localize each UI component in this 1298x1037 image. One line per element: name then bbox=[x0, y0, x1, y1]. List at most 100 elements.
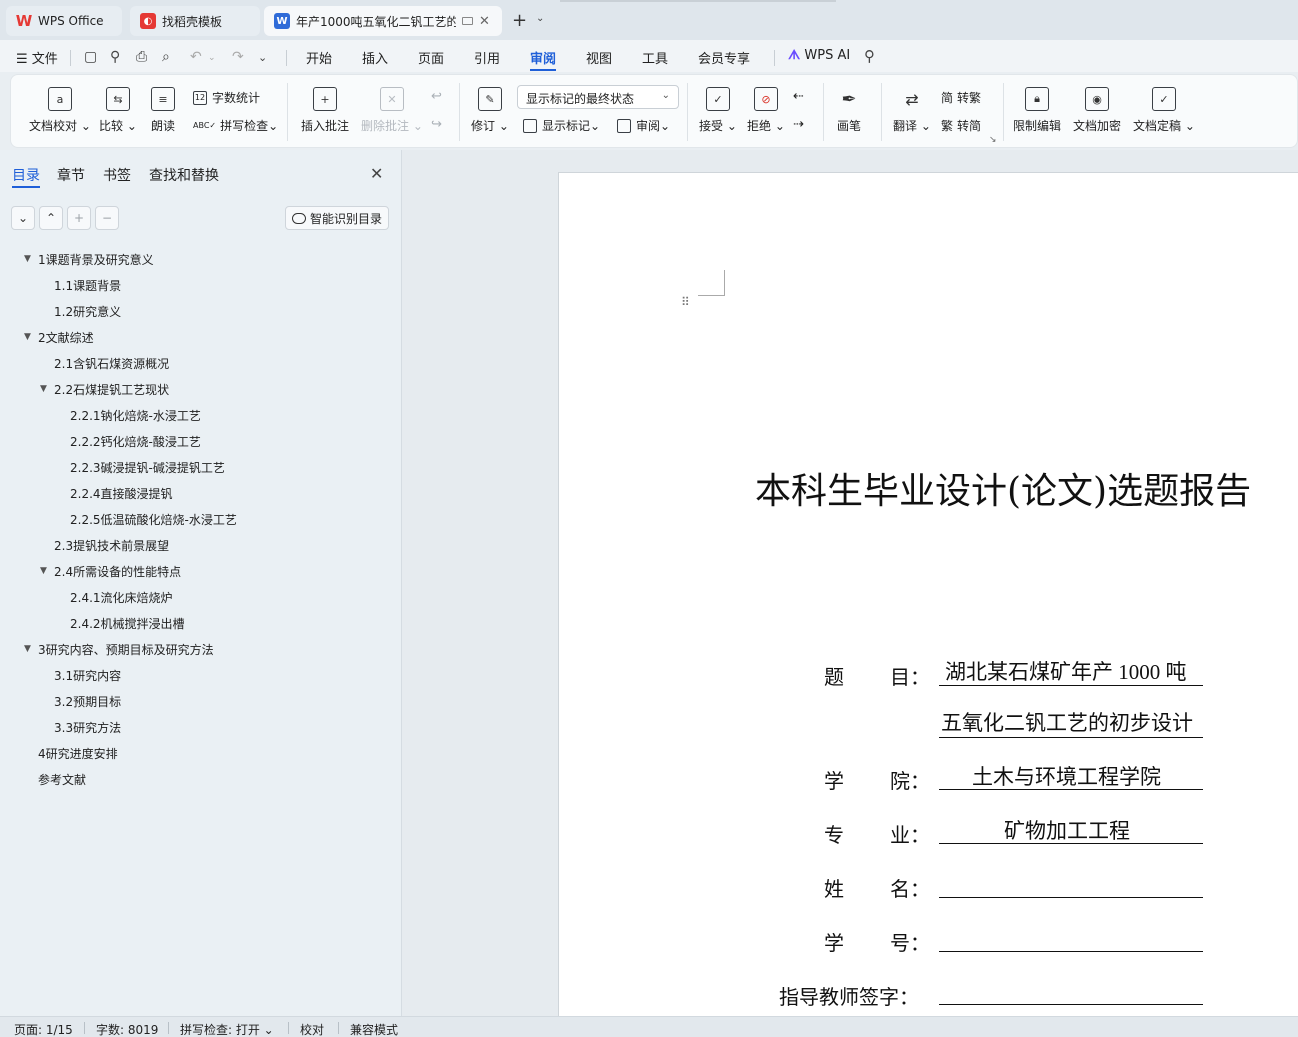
menu-tools[interactable]: 工具 bbox=[642, 48, 668, 67]
toc-item[interactable]: 2.2.1钠化焙烧-水浸工艺 bbox=[70, 407, 201, 424]
monitor-icon[interactable] bbox=[462, 17, 473, 25]
more-chevron-icon[interactable]: ⌄ bbox=[258, 51, 267, 64]
doc-check-button[interactable]: a 文档校对 ⌄ bbox=[29, 87, 91, 134]
encrypt-button[interactable]: ◉ 文档加密 bbox=[1073, 87, 1121, 134]
markup-state-select[interactable]: 显示标记的最终状态 ⌄ bbox=[517, 85, 679, 109]
page-indicator[interactable]: 页面: 1/15 bbox=[14, 1021, 73, 1037]
menu-review[interactable]: 审阅 bbox=[530, 48, 556, 67]
remove-heading-button[interactable]: − bbox=[95, 206, 119, 230]
toc-item[interactable]: 2.4.2机械搅拌浸出槽 bbox=[70, 615, 185, 632]
dialog-launcher-icon[interactable]: ↘ bbox=[989, 135, 997, 145]
close-icon[interactable]: ✕ bbox=[479, 14, 490, 29]
toc-item[interactable]: 2.2石煤提钒工艺现状 bbox=[54, 381, 169, 398]
proofread-status[interactable]: 校对 bbox=[300, 1021, 324, 1037]
next-comment-icon[interactable]: ↪ bbox=[431, 117, 442, 132]
search-icon[interactable]: ⚲ bbox=[864, 47, 875, 65]
toc-item[interactable]: 1.1课题背景 bbox=[54, 277, 121, 294]
previous-change-icon[interactable]: ⇠ bbox=[793, 89, 804, 104]
divider bbox=[774, 50, 775, 66]
menu-start[interactable]: 开始 bbox=[306, 48, 332, 67]
to-simplified-button[interactable]: 繁转简 bbox=[941, 117, 981, 134]
smart-toc-button[interactable]: 智能识别目录 bbox=[285, 206, 389, 230]
redo-icon[interactable]: ↷ bbox=[232, 49, 244, 65]
file-menu[interactable]: ☰ 文件 bbox=[16, 48, 58, 67]
expand-triangle-icon[interactable]: ▼ bbox=[24, 332, 31, 342]
translate-button[interactable]: ⇄ 翻译 ⌄ bbox=[893, 87, 931, 134]
toc-item[interactable]: 2.2.4直接酸浸提钒 bbox=[70, 485, 173, 502]
menu-insert[interactable]: 插入 bbox=[362, 48, 388, 67]
menu-member[interactable]: 会员专享 bbox=[698, 48, 750, 67]
toc-item[interactable]: 3.1研究内容 bbox=[54, 667, 121, 684]
wps-ai-button[interactable]: ᗑ WPS AI bbox=[788, 48, 850, 63]
expand-triangle-icon[interactable]: ▼ bbox=[24, 254, 31, 264]
toc-item[interactable]: 3.2预期目标 bbox=[54, 693, 121, 710]
new-tab-plus-icon[interactable]: + bbox=[512, 10, 527, 31]
pen-button[interactable]: ✒ 画笔 bbox=[837, 87, 861, 134]
toc-item[interactable]: 2文献综述 bbox=[38, 329, 94, 346]
menu-reference[interactable]: 引用 bbox=[474, 48, 500, 67]
expand-triangle-icon[interactable]: ▼ bbox=[24, 644, 31, 654]
drag-handle-icon[interactable]: ⠿ bbox=[681, 296, 690, 308]
toc-item[interactable]: 1课题背景及研究意义 bbox=[38, 251, 154, 268]
chevron-down-icon[interactable]: ⌄ bbox=[536, 13, 544, 24]
collapse-all-button[interactable]: ⌃ bbox=[39, 206, 63, 230]
review-pane-button[interactable]: 审阅 ⌄ bbox=[617, 117, 670, 134]
toc-item[interactable]: 2.2.2钙化焙烧-酸浸工艺 bbox=[70, 433, 201, 450]
toc-item[interactable]: 2.2.3碱浸提钒-碱浸提钒工艺 bbox=[70, 459, 225, 476]
word-count-indicator[interactable]: 字数: 8019 bbox=[96, 1021, 158, 1037]
spell-check-label: 拼写检查 bbox=[220, 119, 269, 133]
tab-toc[interactable]: 目录 bbox=[12, 165, 40, 185]
delete-comment-button[interactable]: ✕ 删除批注 ⌄ bbox=[361, 87, 423, 134]
save-icon[interactable]: ▢ bbox=[84, 49, 97, 65]
toc-item[interactable]: 3研究内容、预期目标及研究方法 bbox=[38, 641, 214, 658]
toc-item[interactable]: 2.4所需设备的性能特点 bbox=[54, 563, 181, 580]
to-traditional-button[interactable]: 简转繁 bbox=[941, 89, 981, 106]
show-markup-button[interactable]: 显示标记 ⌄ bbox=[523, 117, 600, 134]
student-id-underline bbox=[939, 951, 1203, 952]
toc-item[interactable]: 2.1含钒石煤资源概况 bbox=[54, 355, 169, 372]
read-aloud-button[interactable]: ≡ 朗读 bbox=[151, 87, 175, 134]
tab-sections[interactable]: 章节 bbox=[57, 165, 85, 185]
reject-button[interactable]: ⊘ 拒绝 ⌄ bbox=[747, 87, 785, 134]
tab-find-replace[interactable]: 查找和替换 bbox=[149, 165, 219, 185]
advisor-signature-label: 指导教师签字： bbox=[779, 985, 919, 1009]
toc-item[interactable]: 4研究进度安排 bbox=[38, 745, 118, 762]
toc-item[interactable]: 2.2.5低温硫酸化焙烧-水浸工艺 bbox=[70, 511, 237, 528]
compare-icon: ⇆ bbox=[105, 87, 130, 111]
tab-bookmarks[interactable]: 书签 bbox=[103, 165, 131, 185]
toc-item[interactable]: 2.4.1流化床焙烧炉 bbox=[70, 589, 173, 606]
menu-view[interactable]: 视图 bbox=[586, 48, 612, 67]
expand-all-button[interactable]: ⌄ bbox=[11, 206, 35, 230]
navigation-pane: 目录 章节 书签 查找和替换 ✕ ⌄ ⌃ + − 智能识别目录 ▼ 1课题背景及研… bbox=[0, 150, 402, 1016]
expand-triangle-icon[interactable]: ▼ bbox=[40, 384, 47, 394]
tab-wps-office[interactable]: W WPS Office bbox=[6, 6, 122, 36]
finalize-button[interactable]: ✓ 文档定稿 ⌄ bbox=[1133, 87, 1195, 134]
expand-triangle-icon[interactable]: ▼ bbox=[40, 566, 47, 576]
print-preview-icon[interactable]: ⌕ bbox=[162, 49, 170, 65]
restrict-edit-button[interactable]: 🔒︎ 限制编辑 bbox=[1013, 87, 1061, 134]
tab-docer-templates[interactable]: ◐ 找稻壳模板 bbox=[130, 6, 260, 36]
spell-check-status[interactable]: 拼写检查: 打开 ⌄ bbox=[180, 1021, 274, 1037]
next-change-icon[interactable]: ⇢ bbox=[793, 117, 804, 132]
spell-check-button[interactable]: ABC✓ 拼写检查 ⌄ bbox=[193, 117, 278, 134]
toc-item[interactable]: 1.2研究意义 bbox=[54, 303, 121, 320]
prev-comment-icon[interactable]: ↩ bbox=[431, 89, 442, 104]
insert-comment-button[interactable]: + 插入批注 bbox=[301, 87, 349, 134]
share-icon[interactable]: ⚲ bbox=[110, 49, 120, 65]
word-count-button[interactable]: 12 字数统计 bbox=[193, 89, 260, 106]
accept-button[interactable]: ✓ 接受 ⌄ bbox=[699, 87, 737, 134]
undo-icon[interactable]: ↶ bbox=[190, 49, 202, 65]
doc-check-icon: a bbox=[47, 87, 72, 111]
compare-button[interactable]: ⇆ 比较 ⌄ bbox=[99, 87, 137, 134]
menu-page[interactable]: 页面 bbox=[418, 48, 444, 67]
toc-item[interactable]: 参考文献 bbox=[38, 771, 86, 788]
insert-comment-icon: + bbox=[313, 87, 337, 111]
print-icon[interactable]: ⎙ bbox=[136, 49, 147, 65]
add-heading-button[interactable]: + bbox=[67, 206, 91, 230]
track-changes-button[interactable]: ✎ 修订 ⌄ bbox=[471, 87, 509, 134]
undo-dropdown-icon[interactable]: ⌄ bbox=[208, 53, 216, 63]
toc-item[interactable]: 2.3提钒技术前景展望 bbox=[54, 537, 169, 554]
toc-item[interactable]: 3.3研究方法 bbox=[54, 719, 121, 736]
tab-current-document[interactable]: W 年产1000吨五氧化二钒工艺的 ✕ bbox=[264, 6, 502, 36]
close-icon[interactable]: ✕ bbox=[370, 164, 383, 183]
